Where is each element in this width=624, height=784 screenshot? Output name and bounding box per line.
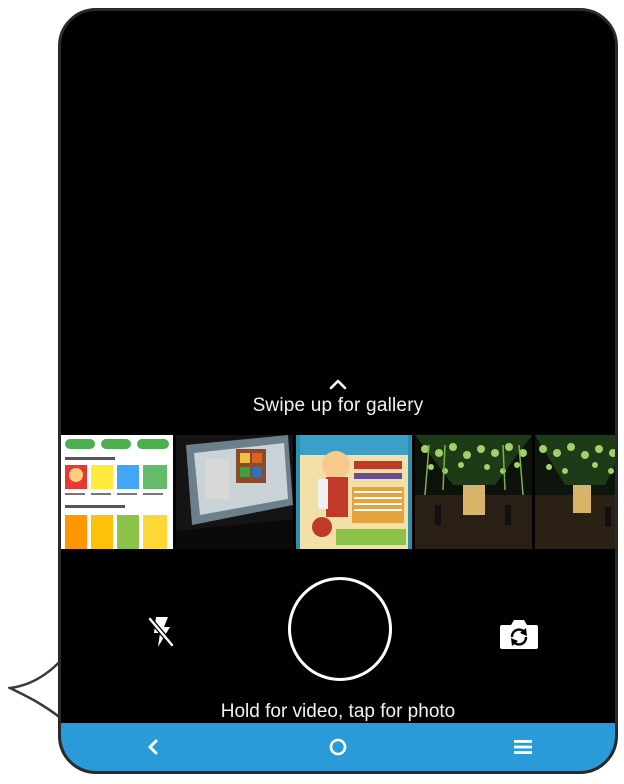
menu-icon <box>513 740 532 754</box>
gallery-thumbnail[interactable] <box>415 435 532 549</box>
gallery-thumbnail[interactable] <box>535 435 615 549</box>
capture-hint: Hold for video, tap for photo <box>220 701 456 722</box>
gallery-hint[interactable]: Swipe up for gallery <box>61 377 615 417</box>
app-store-screenshot-image <box>61 435 173 549</box>
hall-decorations-photo-image <box>415 435 532 549</box>
gallery-thumbnail[interactable] <box>296 435 412 549</box>
back-button[interactable] <box>123 727 183 767</box>
flash-off-button[interactable] <box>141 612 181 652</box>
shutter-button[interactable] <box>288 577 392 681</box>
gallery-thumbnail[interactable] <box>176 435 293 549</box>
back-icon <box>148 739 158 755</box>
gallery-thumbnail-strip[interactable] <box>61 435 615 549</box>
hall-decorations-photo-image <box>535 435 615 549</box>
monitor-photo-image <box>176 435 293 549</box>
gallery-thumbnail[interactable] <box>61 435 173 549</box>
flash-off-icon <box>148 617 174 647</box>
switch-camera-icon <box>500 620 538 649</box>
switch-camera-button[interactable] <box>497 614 541 654</box>
home-button[interactable] <box>308 727 368 767</box>
gallery-hint-text: Swipe up for gallery <box>252 395 424 416</box>
chevron-up-icon <box>329 379 347 390</box>
menu-button[interactable] <box>493 727 553 767</box>
stage: Swipe up for gallery Hold for video, tap… <box>0 0 624 784</box>
camera-screen: Swipe up for gallery Hold for video, tap… <box>58 8 618 774</box>
navigation-bar <box>61 723 615 771</box>
poster-photo-image <box>296 435 412 549</box>
camera-controls <box>61 577 615 687</box>
home-icon <box>329 738 347 756</box>
